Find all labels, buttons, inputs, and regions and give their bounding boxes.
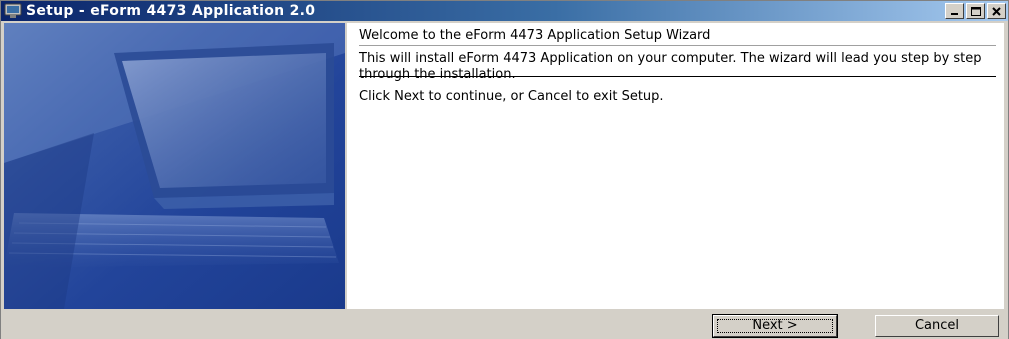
window-controls [943,3,1006,19]
cancel-button-label: Cancel [914,318,960,333]
setup-app-icon [4,3,22,19]
heading-divider [359,45,996,46]
focus-rectangle [717,319,833,333]
title-bar[interactable]: Setup - eForm 4473 Application 2.0 [1,1,1008,21]
wizard-heading: Welcome to the eForm 4473 Application Se… [359,28,711,43]
close-button[interactable] [987,3,1006,19]
wizard-banner-image [4,23,345,309]
minimize-button[interactable] [945,3,964,19]
close-icon [992,7,1001,16]
intro-text: This will install eForm 4473 Application… [359,51,982,82]
cancel-button[interactable]: Cancel [875,315,999,337]
maximize-button[interactable] [966,3,985,19]
instruction-text: Click Next to continue, or Cancel to exi… [359,89,664,104]
next-button[interactable]: Next > [712,314,838,338]
button-bar: Next > Cancel [1,309,1008,339]
maximize-icon [971,7,981,16]
window-title: Setup - eForm 4473 Application 2.0 [26,3,316,19]
wizard-content-panel: Welcome to the eForm 4473 Application Se… [347,23,1004,309]
minimize-icon [951,13,958,15]
intro-divider [359,76,996,77]
setup-wizard-window: Setup - eForm 4473 Application 2.0 Welco… [0,0,1009,339]
computer-monitor-illustration [4,23,345,309]
